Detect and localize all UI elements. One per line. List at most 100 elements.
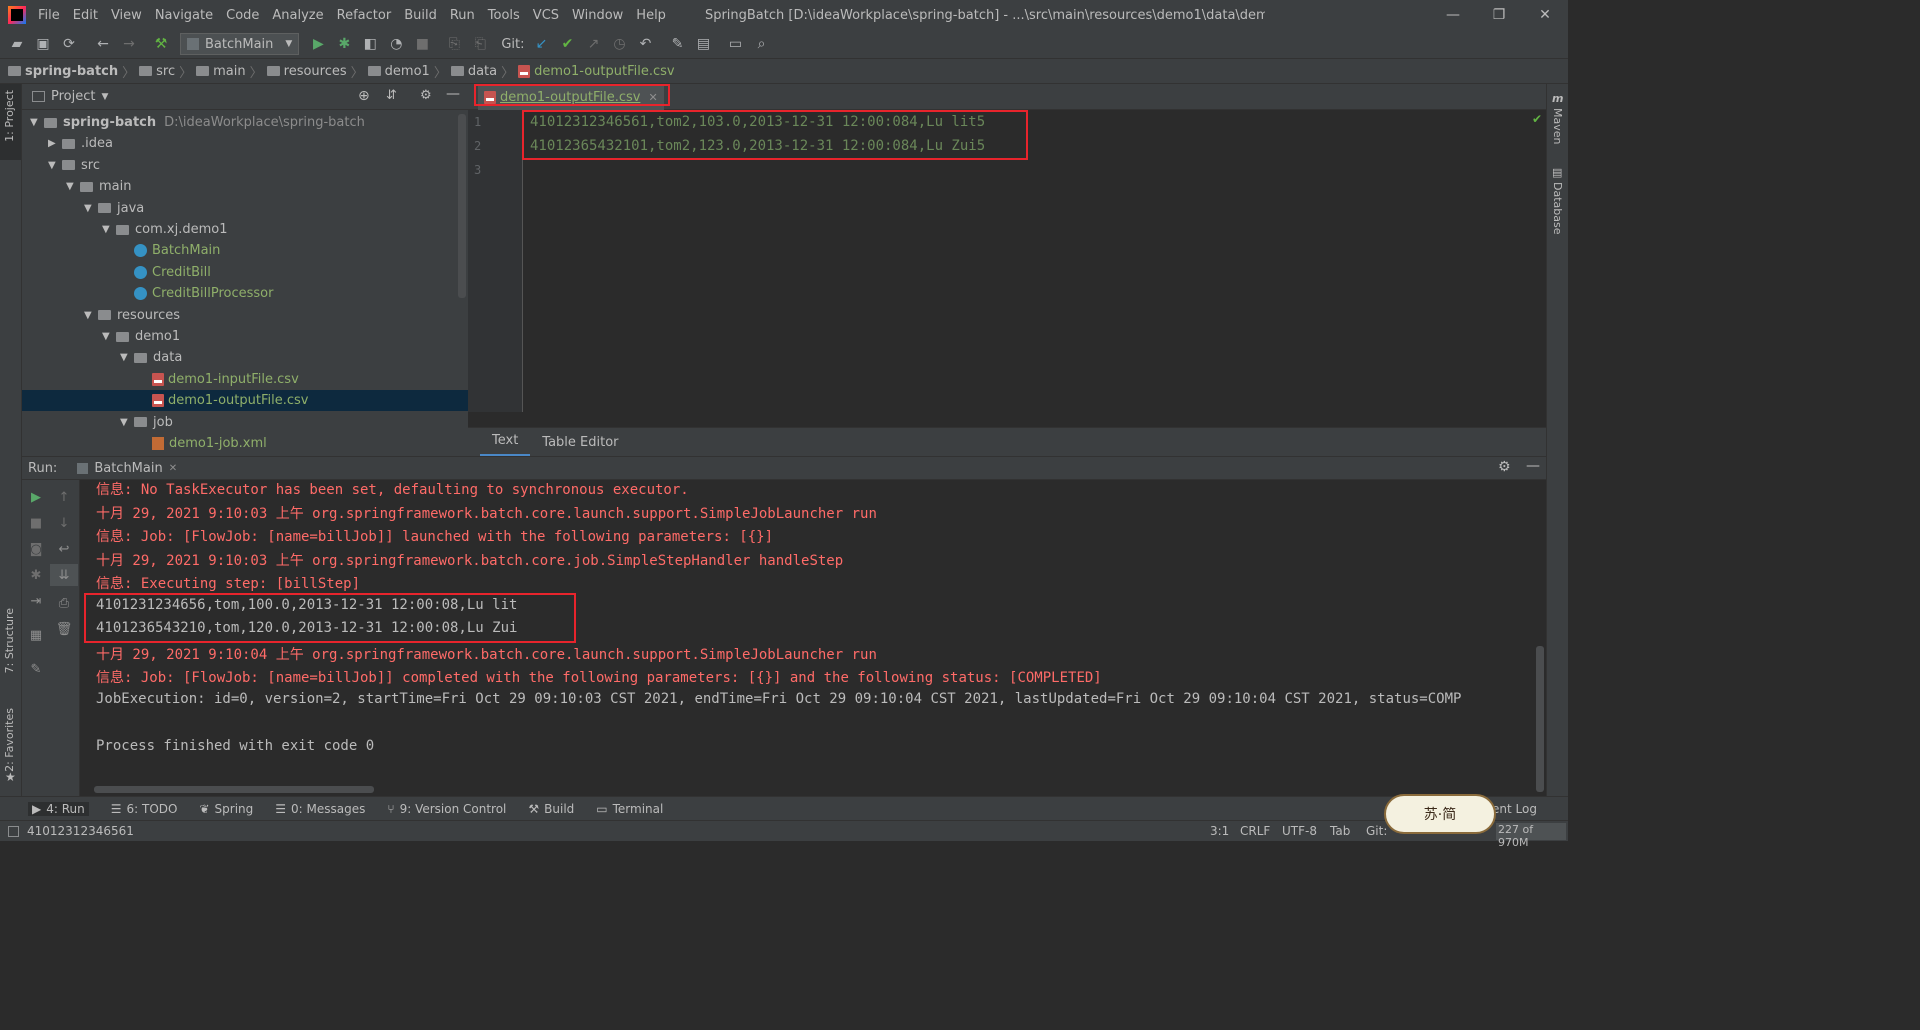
gear-icon[interactable]: ⚙	[1498, 459, 1511, 475]
tree-item[interactable]: ▼ job	[22, 412, 468, 433]
chevron-down-icon[interactable]: ▼	[66, 181, 80, 192]
menu-item-navigate[interactable]: Navigate	[155, 8, 213, 23]
chevron-down-icon[interactable]: ▼	[102, 224, 116, 235]
menu-item-run[interactable]: Run	[450, 8, 475, 23]
tree-item[interactable]: BatchMain	[22, 240, 468, 261]
attach-debugger-icon[interactable]: ⎘	[441, 31, 467, 57]
memory-indicator[interactable]: 227 of 970M	[1496, 823, 1566, 849]
scroll-to-end-icon[interactable]: ⇊	[50, 564, 78, 586]
debug-icon[interactable]: ✱	[331, 31, 357, 57]
history-icon[interactable]: ◷	[607, 31, 633, 57]
menu-item-build[interactable]: Build	[404, 8, 437, 23]
console-h-scrollbar[interactable]	[94, 786, 374, 793]
sync-icon[interactable]: ⟳	[56, 31, 82, 57]
close-window-button[interactable]: ✕	[1522, 0, 1568, 30]
chevron-down-icon[interactable]: ▼	[102, 331, 116, 342]
rollback-icon[interactable]: ↶	[633, 31, 659, 57]
coverage-icon[interactable]: ◧	[357, 31, 383, 57]
soft-wrap-icon[interactable]: ↩	[50, 538, 78, 560]
hide-panel-icon[interactable]: —	[446, 86, 460, 102]
git-branch[interactable]: Git:	[1366, 824, 1387, 838]
tree-item[interactable]: CreditBillProcessor	[22, 283, 468, 304]
run-tab[interactable]: BatchMain ✕	[77, 461, 177, 476]
down-arrow-icon[interactable]: ↓	[50, 512, 78, 534]
console-v-scrollbar[interactable]	[1536, 646, 1544, 792]
locate-file-icon[interactable]: ⊕	[358, 88, 370, 104]
back-arrow-icon[interactable]: ←	[90, 31, 116, 57]
tree-item[interactable]: demo1-inputFile.csv	[22, 369, 468, 390]
menu-item-help[interactable]: Help	[636, 8, 666, 23]
tree-item[interactable]: demo1-job.xml	[22, 433, 468, 454]
settings-wrench-icon[interactable]: ✎	[665, 31, 691, 57]
search-icon[interactable]: ⌕	[749, 31, 775, 57]
menu-item-file[interactable]: File	[38, 8, 60, 23]
structure-tool-button[interactable]: 7: Structure	[0, 604, 21, 684]
caret-position[interactable]: 3:1	[1210, 824, 1229, 838]
pin-icon[interactable]: ✎	[22, 658, 50, 680]
exit-icon[interactable]: ⇥	[22, 590, 50, 612]
profile-icon[interactable]: ◔	[383, 31, 409, 57]
git-update-icon[interactable]: ↙	[529, 31, 555, 57]
bug-icon[interactable]: ✱	[22, 564, 50, 586]
bottom-tab-spring[interactable]: ❦ Spring	[199, 802, 253, 816]
forward-arrow-icon[interactable]: →	[116, 31, 142, 57]
file-encoding[interactable]: UTF-8	[1282, 824, 1317, 838]
run-icon[interactable]: ▶	[305, 31, 331, 57]
breadcrumb-item[interactable]: main 〉	[196, 62, 263, 81]
bottom-tab-9-version-control[interactable]: ⑂ 9: Version Control	[387, 802, 506, 816]
tree-item[interactable]: ▼ demo1	[22, 326, 468, 347]
minimize-button[interactable]: —	[1430, 0, 1476, 30]
project-tool-button[interactable]: 1: Project	[0, 84, 21, 160]
bottom-tab-build[interactable]: ⚒ Build	[528, 802, 574, 816]
bottom-tab-4-run[interactable]: ▶ 4: Run	[28, 801, 89, 816]
bottom-tab-terminal[interactable]: ▭ Terminal	[596, 802, 663, 816]
favorites-tool-button[interactable]: 2: Favorites ★	[0, 704, 21, 784]
tree-item[interactable]: demo1-outputFile.csv	[22, 390, 468, 412]
gear-icon[interactable]: ⚙	[420, 88, 432, 103]
stop-icon[interactable]: ■	[22, 512, 50, 534]
menu-item-tools[interactable]: Tools	[488, 8, 520, 23]
menu-item-view[interactable]: View	[111, 8, 142, 23]
editor-view-tab-table-editor[interactable]: Table Editor	[530, 428, 630, 457]
collapse-all-icon[interactable]: ⇵	[386, 88, 397, 103]
editor-view-tab-text[interactable]: Text	[480, 428, 531, 457]
maven-tool-button[interactable]: m Maven	[1547, 90, 1568, 150]
chevron-down-icon[interactable]: ▼	[120, 417, 134, 428]
breadcrumb-item[interactable]: demo1-outputFile.csv	[518, 64, 675, 79]
stop-icon[interactable]: ■	[409, 31, 435, 57]
tree-item[interactable]: CreditBill	[22, 262, 468, 283]
restore-button[interactable]: ❐	[1476, 0, 1522, 30]
vcs-operations-icon[interactable]: ⎗	[467, 31, 493, 57]
event-log-tab[interactable]: ent Log	[1492, 802, 1537, 816]
run-configuration-select[interactable]: BatchMain ▼	[180, 33, 300, 55]
chevron-down-icon[interactable]: ▼	[48, 160, 62, 171]
menu-item-vcs[interactable]: VCS	[533, 8, 559, 23]
project-scrollbar[interactable]	[458, 114, 466, 298]
bottom-tab-6-todo[interactable]: ☰ 6: TODO	[111, 802, 178, 816]
build-hammer-icon[interactable]: ⚒	[148, 31, 174, 57]
open-folder-icon[interactable]: ▰	[4, 31, 30, 57]
tree-item[interactable]: ▼ main	[22, 176, 468, 197]
breadcrumb-item[interactable]: resources 〉	[266, 62, 364, 81]
menu-item-edit[interactable]: Edit	[73, 8, 98, 23]
git-commit-icon[interactable]: ✔	[555, 31, 581, 57]
save-all-icon[interactable]: ▣	[30, 31, 56, 57]
chevron-down-icon[interactable]: ▼	[120, 352, 134, 363]
tree-item[interactable]: ▶ .idea	[22, 133, 468, 154]
chevron-down-icon[interactable]: ▼	[101, 92, 108, 102]
menu-item-refactor[interactable]: Refactor	[337, 8, 392, 23]
breadcrumb-item[interactable]: src 〉	[139, 62, 192, 81]
project-view-select[interactable]: Project	[51, 89, 95, 104]
print-icon[interactable]: ⎙	[50, 592, 78, 614]
database-tool-button[interactable]: ▤ Database	[1547, 164, 1568, 235]
menu-item-window[interactable]: Window	[572, 8, 623, 23]
status-toggle-icon[interactable]	[8, 825, 19, 837]
layout-icon[interactable]: ▦	[22, 624, 50, 646]
git-push-icon[interactable]: ↗	[581, 31, 607, 57]
tree-item[interactable]: ▼ data	[22, 347, 468, 368]
bottom-tab-0-messages[interactable]: ☰ 0: Messages	[275, 802, 365, 816]
up-arrow-icon[interactable]: ↑	[50, 486, 78, 508]
breadcrumb-item[interactable]: data 〉	[450, 62, 514, 81]
hide-panel-icon[interactable]: —	[1526, 458, 1540, 474]
rerun-icon[interactable]: ▶	[22, 486, 50, 508]
